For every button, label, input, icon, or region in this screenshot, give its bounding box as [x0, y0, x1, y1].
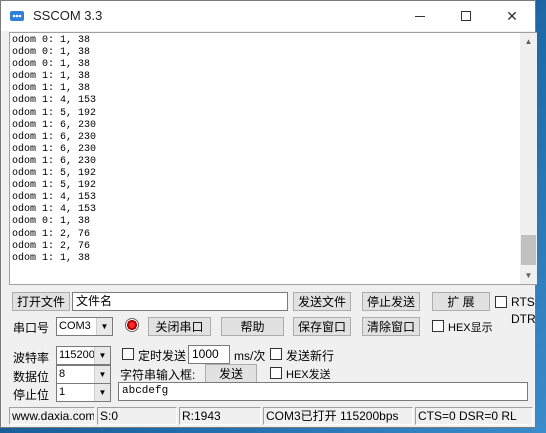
timed-send-checkbox[interactable] [122, 348, 134, 360]
clear-window-button[interactable]: 清除窗口 [362, 317, 420, 336]
expand-button[interactable]: 扩 展 [432, 292, 490, 311]
status-sent-count: S:0 [97, 407, 177, 425]
receive-line: odom 1: 1, 38 [12, 71, 91, 83]
hex-display-checkbox[interactable] [432, 320, 444, 332]
receive-text[interactable]: odom 0: 1, 38 odom 0: 1, 38 odom 0: 1, 38 o… [12, 35, 520, 282]
baud-select[interactable]: 115200 ▼ [56, 346, 111, 365]
send-input[interactable]: abcdefg [118, 382, 528, 401]
status-website[interactable]: www.daxia.com [9, 407, 95, 425]
interval-input[interactable]: 1000 [188, 345, 230, 364]
chevron-down-icon[interactable]: ▼ [94, 347, 110, 364]
rts-label: RTS [511, 295, 535, 309]
receive-line: odom 1: 5, 192 [12, 180, 97, 192]
receive-line: odom 1: 6, 230 [12, 155, 97, 167]
chevron-down-icon[interactable]: ▼ [94, 366, 110, 383]
title-bar[interactable]: SSCOM 3.3 ✕ [1, 1, 535, 31]
status-bar: www.daxia.com S:0 R:1943 COM3已打开 115200b… [1, 405, 535, 427]
port-value: COM3 [59, 320, 91, 332]
serial-port-app-icon [10, 11, 24, 21]
hex-send-checkbox[interactable] [270, 367, 282, 379]
window-title: SSCOM 3.3 [33, 8, 103, 23]
receive-line: odom 1: 2, 76 [12, 240, 91, 252]
maximize-button[interactable] [443, 1, 489, 31]
scrollbar-thumb[interactable] [521, 235, 536, 265]
scroll-down-arrow-icon[interactable]: ▼ [520, 267, 537, 284]
receive-line: odom 1: 2, 76 [12, 228, 91, 240]
receive-line: odom 1: 1, 38 [12, 252, 91, 264]
stop-send-button[interactable]: 停止发送 [362, 292, 420, 311]
receive-line: odom 0: 1, 38 [12, 59, 91, 71]
receive-line: odom 1: 5, 192 [12, 168, 97, 180]
minimize-icon [415, 15, 425, 17]
receive-scrollbar[interactable]: ▲ ▼ [520, 33, 537, 284]
receive-line: odom 1: 6, 230 [12, 143, 97, 155]
status-signals: CTS=0 DSR=0 RL [415, 407, 533, 425]
maximize-icon [461, 11, 471, 21]
help-button[interactable]: 帮助 [221, 317, 284, 336]
rts-checkbox[interactable] [495, 296, 507, 308]
close-icon: ✕ [506, 7, 518, 24]
receive-line: odom 1: 4, 153 [12, 204, 97, 216]
hex-display-label: HEX显示 [448, 322, 493, 334]
minimize-button[interactable] [397, 1, 443, 31]
data-bits-label: 数据位 [13, 370, 50, 384]
receive-line: odom 0: 1, 38 [12, 216, 91, 228]
stop-bits-value: 1 [59, 386, 66, 398]
file-name-field[interactable]: 文件名 [72, 292, 288, 311]
save-window-button[interactable]: 保存窗口 [293, 317, 351, 336]
receive-line: odom 1: 5, 192 [12, 107, 97, 119]
stop-bits-select[interactable]: 1 ▼ [56, 383, 111, 402]
receive-line: odom 1: 6, 230 [12, 131, 97, 143]
port-label: 串口号 [13, 321, 50, 335]
send-newline-label: 发送新行 [286, 349, 335, 363]
timed-send-label: 定时发送 [138, 349, 187, 363]
receive-line: odom 1: 4, 153 [12, 95, 97, 107]
open-file-button[interactable]: 打开文件 [12, 292, 70, 311]
close-port-button[interactable]: 关闭串口 [148, 317, 211, 336]
scroll-up-arrow-icon[interactable]: ▲ [520, 33, 537, 50]
receive-area[interactable]: odom 0: 1, 38 odom 0: 1, 38 odom 0: 1, 38 o… [9, 32, 537, 285]
data-bits-select[interactable]: 8 ▼ [56, 365, 111, 384]
string-input-label: 字符串输入框: [120, 368, 196, 382]
receive-line: odom 0: 1, 38 [12, 35, 91, 46]
chevron-down-icon[interactable]: ▼ [96, 318, 112, 335]
receive-line: odom 1: 6, 230 [12, 119, 97, 131]
close-button[interactable]: ✕ [489, 1, 535, 31]
interval-unit-label: ms/次 [234, 349, 266, 363]
receive-line: odom 0: 1, 38 [12, 47, 91, 59]
send-newline-checkbox[interactable] [270, 348, 282, 360]
stop-bits-label: 停止位 [13, 388, 50, 402]
status-port-state: COM3已打开 115200bps [263, 407, 413, 425]
port-status-indicator-icon [125, 318, 139, 332]
hex-send-label: HEX发送 [286, 369, 331, 381]
data-bits-value: 8 [59, 368, 66, 380]
status-received-count: R:1943 [179, 407, 261, 425]
port-select[interactable]: COM3 ▼ [56, 317, 113, 336]
baud-label: 波特率 [13, 351, 50, 365]
chevron-down-icon[interactable]: ▼ [94, 384, 110, 401]
dtr-label: DTR [511, 312, 536, 326]
send-file-button[interactable]: 发送文件 [293, 292, 351, 311]
receive-line: odom 1: 1, 38 [12, 83, 91, 95]
sscom-window: SSCOM 3.3 ✕ odom 0: 1, 38 odom 0: 1, 38 od… [0, 0, 537, 428]
send-button[interactable]: 发送 [205, 364, 257, 383]
baud-value: 115200 [59, 349, 95, 361]
receive-line: odom 1: 4, 153 [12, 192, 97, 204]
